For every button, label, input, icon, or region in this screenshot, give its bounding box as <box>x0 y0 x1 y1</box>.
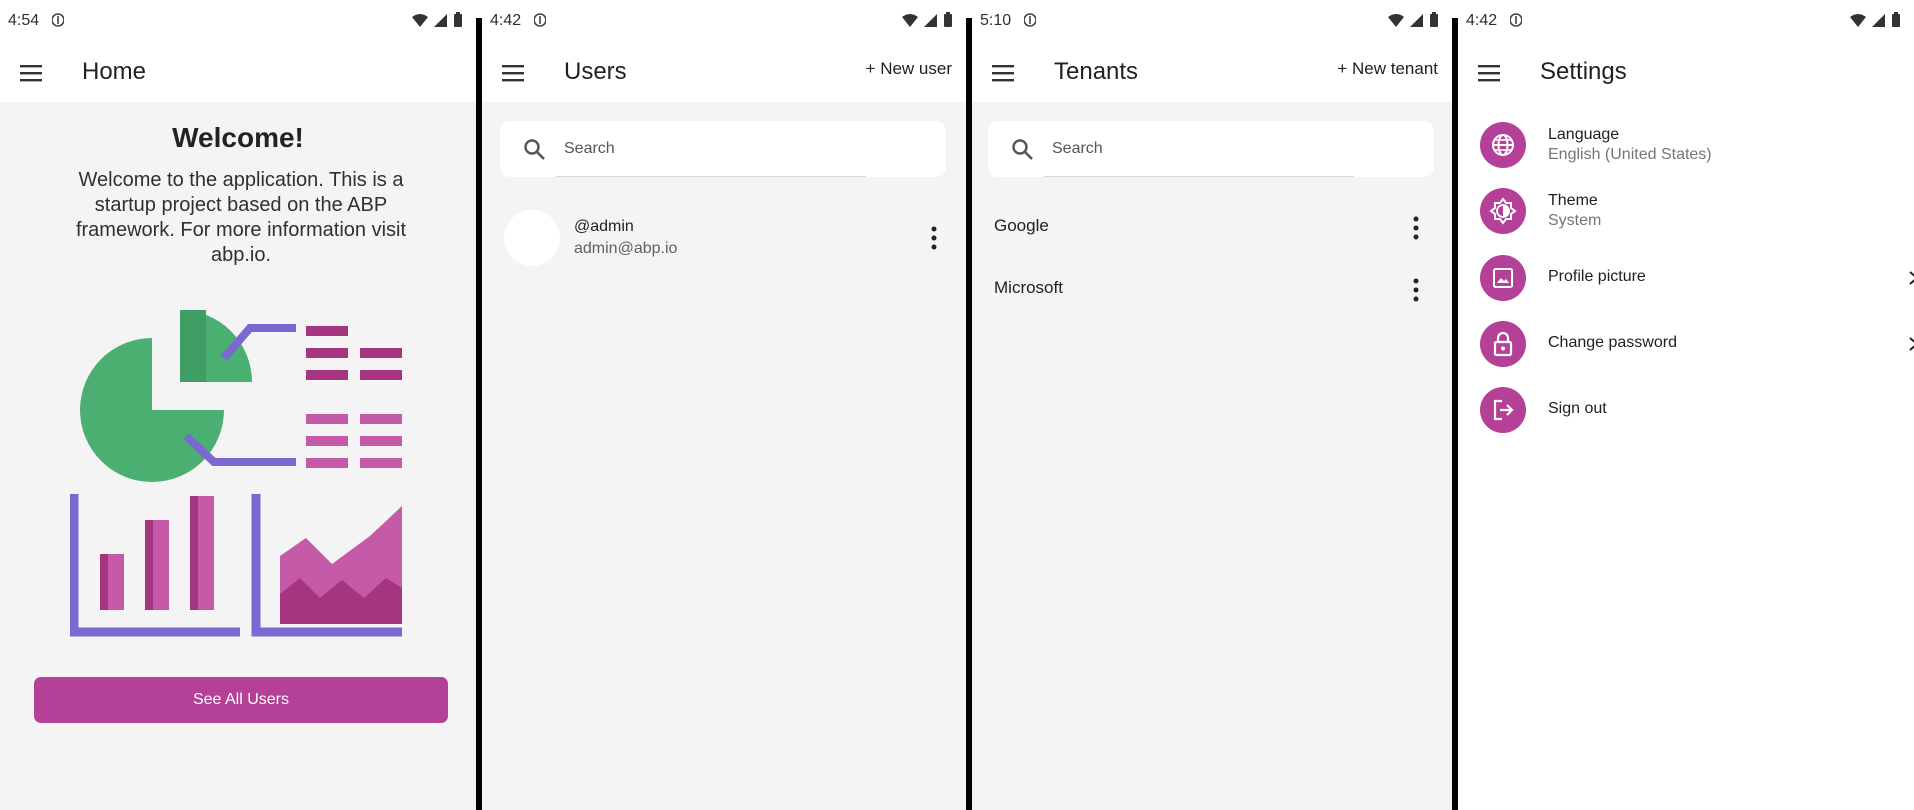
search-icon <box>1012 139 1034 161</box>
settings-item-label: Change password <box>1548 334 1677 351</box>
welcome-title: Welcome! <box>172 122 304 153</box>
list-item[interactable]: @admin admin@abp.io <box>482 206 966 272</box>
signal-icon <box>1410 13 1423 27</box>
notification-icon <box>1510 13 1522 27</box>
chevron-right-icon <box>1909 337 1914 351</box>
home-screen: 4:54 Home Welcome! Welcome to the applic… <box>0 0 476 810</box>
settings-item-value: System <box>1548 212 1602 229</box>
settings-item-label: Profile picture <box>1548 268 1646 285</box>
settings-item-label: Language <box>1548 126 1620 143</box>
notification-icon <box>534 13 546 27</box>
status-bar: 4:42 <box>1458 0 1914 44</box>
menu-icon[interactable] <box>990 60 1016 86</box>
dashboard-illustration-icon <box>70 310 402 637</box>
wifi-icon <box>902 13 918 27</box>
notification-icon <box>52 13 64 27</box>
settings-item-label: Sign out <box>1548 400 1607 417</box>
settings-item-value: English (United States) <box>1548 146 1712 163</box>
more-options-icon[interactable] <box>924 224 944 252</box>
avatar <box>504 210 560 266</box>
logout-icon <box>1480 387 1526 433</box>
status-time: 5:10 <box>980 12 1012 29</box>
search-input[interactable] <box>1052 133 1352 165</box>
wifi-icon <box>1388 13 1404 27</box>
search-icon <box>524 139 546 161</box>
image-icon <box>1480 255 1526 301</box>
users-screen: 4:42 Users + New user @admin admin@abp.i… <box>482 0 966 810</box>
settings-item-change-password[interactable]: Change password <box>1458 313 1914 375</box>
settings-item-profile-picture[interactable]: Profile picture <box>1458 247 1914 309</box>
menu-icon[interactable] <box>1476 60 1502 86</box>
status-time: 4:42 <box>490 12 522 29</box>
signal-icon <box>1872 13 1885 27</box>
globe-icon <box>1480 122 1526 168</box>
brightness-icon <box>1480 188 1526 234</box>
page-title: Home <box>82 58 147 85</box>
system-icons <box>1387 12 1440 28</box>
status-time: 4:54 <box>8 12 40 29</box>
user-email: admin@abp.io <box>574 240 678 257</box>
search-underline <box>1044 176 1354 177</box>
user-search-bar <box>500 121 946 177</box>
app-bar: Tenants + New tenant <box>972 44 1452 102</box>
system-icons <box>901 12 954 28</box>
user-name: @admin <box>574 218 634 235</box>
settings-screen: 4:42 Settings Language English (United S… <box>1458 0 1914 810</box>
signal-icon <box>924 13 937 27</box>
system-icons <box>411 12 464 28</box>
more-options-icon[interactable] <box>1406 276 1426 304</box>
battery-icon <box>1892 12 1900 27</box>
list-item[interactable]: Microsoft <box>972 262 1452 318</box>
page-title: Tenants <box>1054 58 1139 85</box>
status-time: 4:42 <box>1466 12 1498 29</box>
tenant-name: Microsoft <box>994 278 1063 297</box>
see-all-users-button[interactable]: See All Users <box>34 677 448 723</box>
app-bar: Users + New user <box>482 44 966 102</box>
page-title: Users <box>564 58 627 85</box>
notification-icon <box>1024 13 1036 27</box>
battery-icon <box>944 12 952 27</box>
search-input[interactable] <box>564 133 864 165</box>
tenant-search-bar <box>988 121 1434 177</box>
app-bar: Home <box>0 44 476 102</box>
settings-item-theme[interactable]: Theme System <box>1458 180 1914 242</box>
page-title: Settings <box>1540 58 1627 85</box>
status-bar: 4:54 <box>0 0 476 44</box>
chevron-right-icon <box>1909 271 1914 285</box>
new-user-button[interactable]: + New user <box>866 59 952 79</box>
tenants-screen: 5:10 Tenants + New tenant Google Microso… <box>972 0 1452 810</box>
status-bar: 4:42 <box>482 0 966 44</box>
tenant-name: Google <box>994 216 1049 235</box>
list-item[interactable]: Google <box>972 200 1452 256</box>
system-icons <box>1849 12 1902 28</box>
new-tenant-button[interactable]: + New tenant <box>1337 59 1438 79</box>
search-underline <box>556 176 866 177</box>
app-bar: Settings <box>1458 44 1914 102</box>
settings-item-label: Theme <box>1548 192 1598 209</box>
status-bar: 5:10 <box>972 0 1452 44</box>
more-options-icon[interactable] <box>1406 214 1426 242</box>
menu-icon[interactable] <box>18 60 44 86</box>
battery-icon <box>454 12 462 27</box>
settings-item-language[interactable]: Language English (United States) <box>1458 114 1914 176</box>
welcome-text: Welcome to the application. This is a st… <box>75 169 407 266</box>
wifi-icon <box>1850 13 1866 27</box>
lock-icon <box>1480 321 1526 367</box>
battery-icon <box>1430 12 1438 27</box>
menu-icon[interactable] <box>500 60 526 86</box>
signal-icon <box>434 13 447 27</box>
settings-item-sign-out[interactable]: Sign out <box>1458 379 1914 441</box>
wifi-icon <box>412 13 428 27</box>
